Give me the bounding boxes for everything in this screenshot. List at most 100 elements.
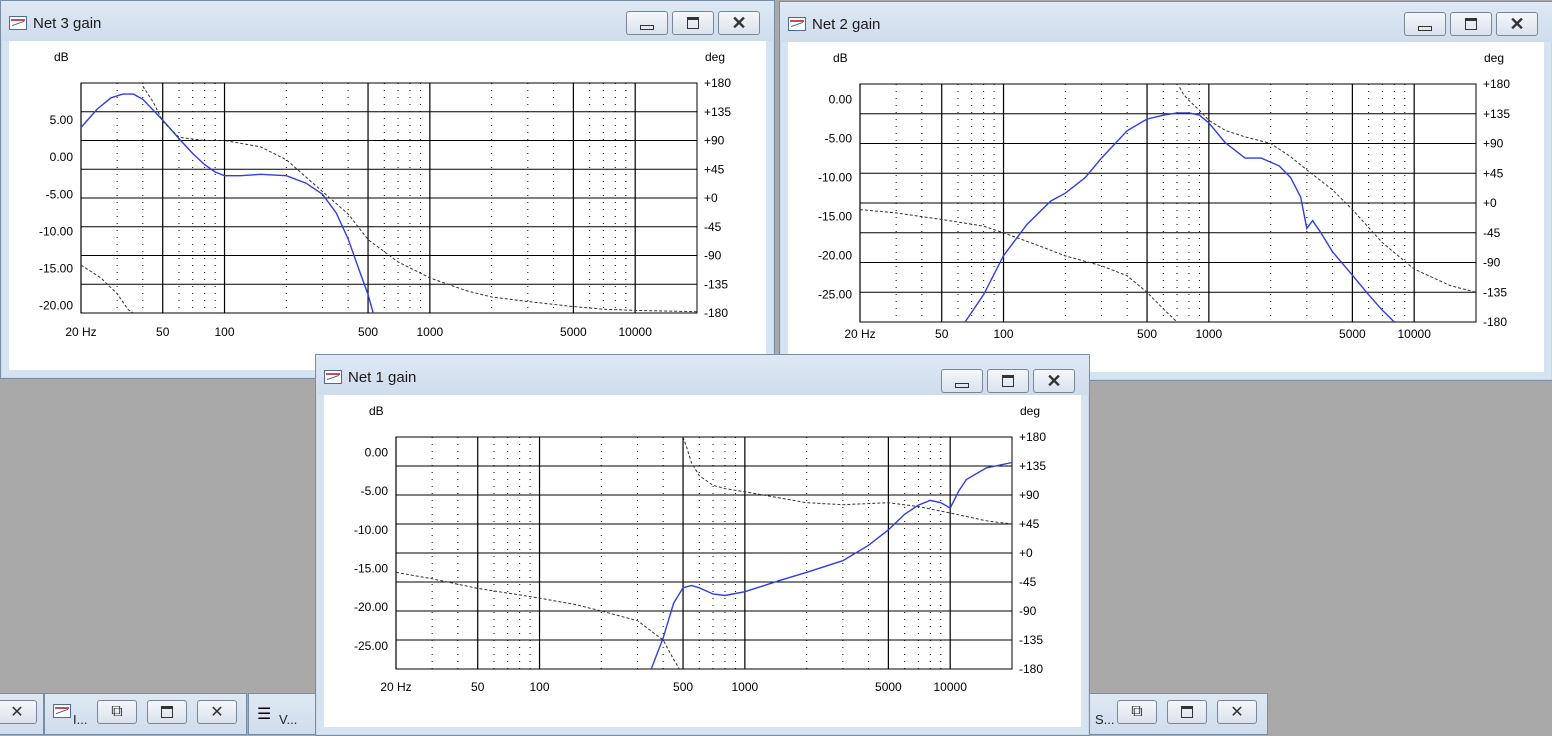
maximize-button[interactable] [672, 11, 714, 35]
y-tick-label-left: 0.00 [365, 445, 389, 459]
y-tick-label-left: -10.00 [818, 171, 852, 185]
window-net1[interactable]: Net 1 gain ✕ 0.00 -5.00 -10.00 -15.00 -20.00… [315, 354, 1090, 736]
close-button[interactable]: ✕ [1033, 369, 1075, 393]
window-title-net2: Net 2 gain [812, 16, 881, 33]
close-icon: ✕ [1046, 371, 1062, 391]
titlebar-net3[interactable]: Net 3 gain ✕ [1, 1, 774, 41]
maximize-button[interactable] [147, 700, 187, 724]
phase-series-line [859, 87, 1477, 323]
close-button[interactable]: ✕ [718, 11, 760, 35]
window-title-net3: Net 3 gain [33, 15, 102, 32]
close-button[interactable]: ✕ [0, 700, 37, 724]
minimized-window-3-label: V... [279, 712, 298, 727]
y-tick-label-left: -15.00 [354, 561, 388, 575]
y-axis-unit-left: dB [833, 51, 848, 65]
y-tick-label-left: -5.00 [46, 187, 74, 201]
magnitude-series-line [650, 461, 1013, 670]
x-tick-label: 20 Hz [844, 327, 875, 341]
y-tick-label-right: +180 [704, 76, 731, 90]
close-button[interactable]: ✕ [1217, 700, 1257, 724]
x-tick-label: 10000 [619, 325, 653, 339]
y-tick-label-left: -20.00 [39, 299, 73, 313]
chart-area-net1: 0.00 -5.00 -10.00 -15.00 -20.00 -25.00 +180 +13… [324, 395, 1081, 727]
close-icon: ✕ [1509, 14, 1525, 34]
y-tick-label-right: -45 [1483, 226, 1501, 240]
y-tick-label-left: -25.00 [354, 639, 388, 653]
chart-app-icon [324, 370, 342, 384]
maximize-button[interactable] [987, 369, 1029, 393]
y-tick-label-right: +90 [704, 134, 725, 148]
minimize-icon [955, 382, 969, 388]
y-tick-label-right: -135 [1019, 633, 1043, 647]
magnitude-series-line [964, 112, 1395, 323]
y-tick-label-right: -45 [1019, 575, 1037, 589]
y-tick-label-right: +135 [1483, 107, 1510, 121]
y-tick-label-left: 0.00 [50, 150, 74, 164]
maximize-button[interactable] [1167, 700, 1207, 724]
restore-icon: ⧉ [1131, 703, 1143, 720]
close-icon: ✕ [1230, 704, 1244, 721]
minimize-button[interactable] [1404, 12, 1446, 36]
y-tick-label-left: -20.00 [818, 249, 852, 263]
titlebar-net1[interactable]: Net 1 gain ✕ [316, 355, 1089, 395]
close-button[interactable]: ✕ [197, 700, 237, 724]
y-tick-label-left: -10.00 [354, 523, 388, 537]
chart-net1: 0.00 -5.00 -10.00 -15.00 -20.00 -25.00 +180 +13… [354, 404, 1046, 694]
y-tick-label-right: -90 [1483, 256, 1501, 270]
x-tick-label: 50 [935, 327, 949, 341]
window-net2[interactable]: Net 2 gain ✕ 0.00 -5.00 -10.00 -15.00 -20.00… [779, 1, 1552, 381]
y-tick-label-left: -10.00 [39, 224, 73, 238]
x-tick-label: 5000 [560, 325, 587, 339]
maximize-icon [687, 17, 699, 29]
x-tick-label: 1000 [417, 325, 444, 339]
maximize-icon [161, 706, 173, 718]
window-net3[interactable]: Net 3 gain ✕ 5.00 0.00 -5.00 -10.00 -15.00 -2… [0, 0, 775, 379]
phase-series-line [80, 85, 698, 314]
y-axis-unit-right: deg [705, 50, 725, 64]
y-tick-label-left: -5.00 [361, 484, 389, 498]
y-tick-label-left: 5.00 [50, 113, 74, 127]
chart-app-icon [788, 17, 806, 31]
minimize-button[interactable] [941, 369, 983, 393]
y-tick-label-right: +180 [1019, 430, 1046, 444]
x-tick-label: 20 Hz [65, 325, 96, 339]
y-tick-label-right: +45 [1019, 517, 1040, 531]
maximize-button[interactable] [1450, 12, 1492, 36]
x-tick-label: 500 [673, 680, 693, 694]
minimized-window-4[interactable]: S... ⧉ ✕ [1086, 693, 1268, 735]
y-tick-label-right: +0 [1483, 196, 1497, 210]
x-tick-label: 5000 [1339, 327, 1366, 341]
x-tick-label: 20 Hz [380, 680, 411, 694]
close-button[interactable]: ✕ [1496, 12, 1538, 36]
y-axis-unit-right: deg [1020, 404, 1040, 418]
x-tick-label: 10000 [934, 680, 968, 694]
restore-button[interactable]: ⧉ [1117, 700, 1157, 724]
y-axis-unit-left: dB [54, 50, 69, 64]
y-tick-label-right: -90 [704, 249, 722, 263]
maximize-icon [1181, 706, 1193, 718]
y-axis-unit-right: deg [1484, 51, 1504, 65]
y-tick-label-right: +135 [704, 105, 731, 119]
y-tick-label-right: -180 [1019, 662, 1043, 676]
titlebar-net2[interactable]: Net 2 gain ✕ [780, 2, 1552, 42]
x-tick-label: 100 [530, 680, 550, 694]
minimize-button[interactable] [626, 11, 668, 35]
minimized-window-4-label: S... [1095, 712, 1115, 727]
chart-area-net3: 5.00 0.00 -5.00 -10.00 -15.00 -20.00 +180 +135 +… [9, 41, 766, 370]
minimized-window-1[interactable]: ✕ [0, 693, 44, 735]
restore-button[interactable]: ⧉ [97, 700, 137, 724]
chart-app-icon [9, 16, 27, 30]
y-tick-label-right: +90 [1019, 488, 1040, 502]
y-tick-label-left: -5.00 [825, 132, 853, 146]
minimize-icon [1418, 25, 1432, 31]
close-icon: ✕ [731, 13, 747, 33]
minimized-window-2[interactable]: I... ⧉ ✕ [44, 693, 247, 735]
y-tick-label-left: -15.00 [39, 261, 73, 275]
window-title-net1: Net 1 gain [348, 369, 417, 386]
x-tick-label: 500 [1137, 327, 1157, 341]
y-tick-label-right: +0 [1019, 546, 1033, 560]
restore-icon: ⧉ [111, 703, 123, 720]
y-tick-label-right: +0 [704, 191, 718, 205]
window-app-icon [53, 704, 71, 718]
minimized-window-3[interactable]: ☰ V... [248, 693, 320, 735]
